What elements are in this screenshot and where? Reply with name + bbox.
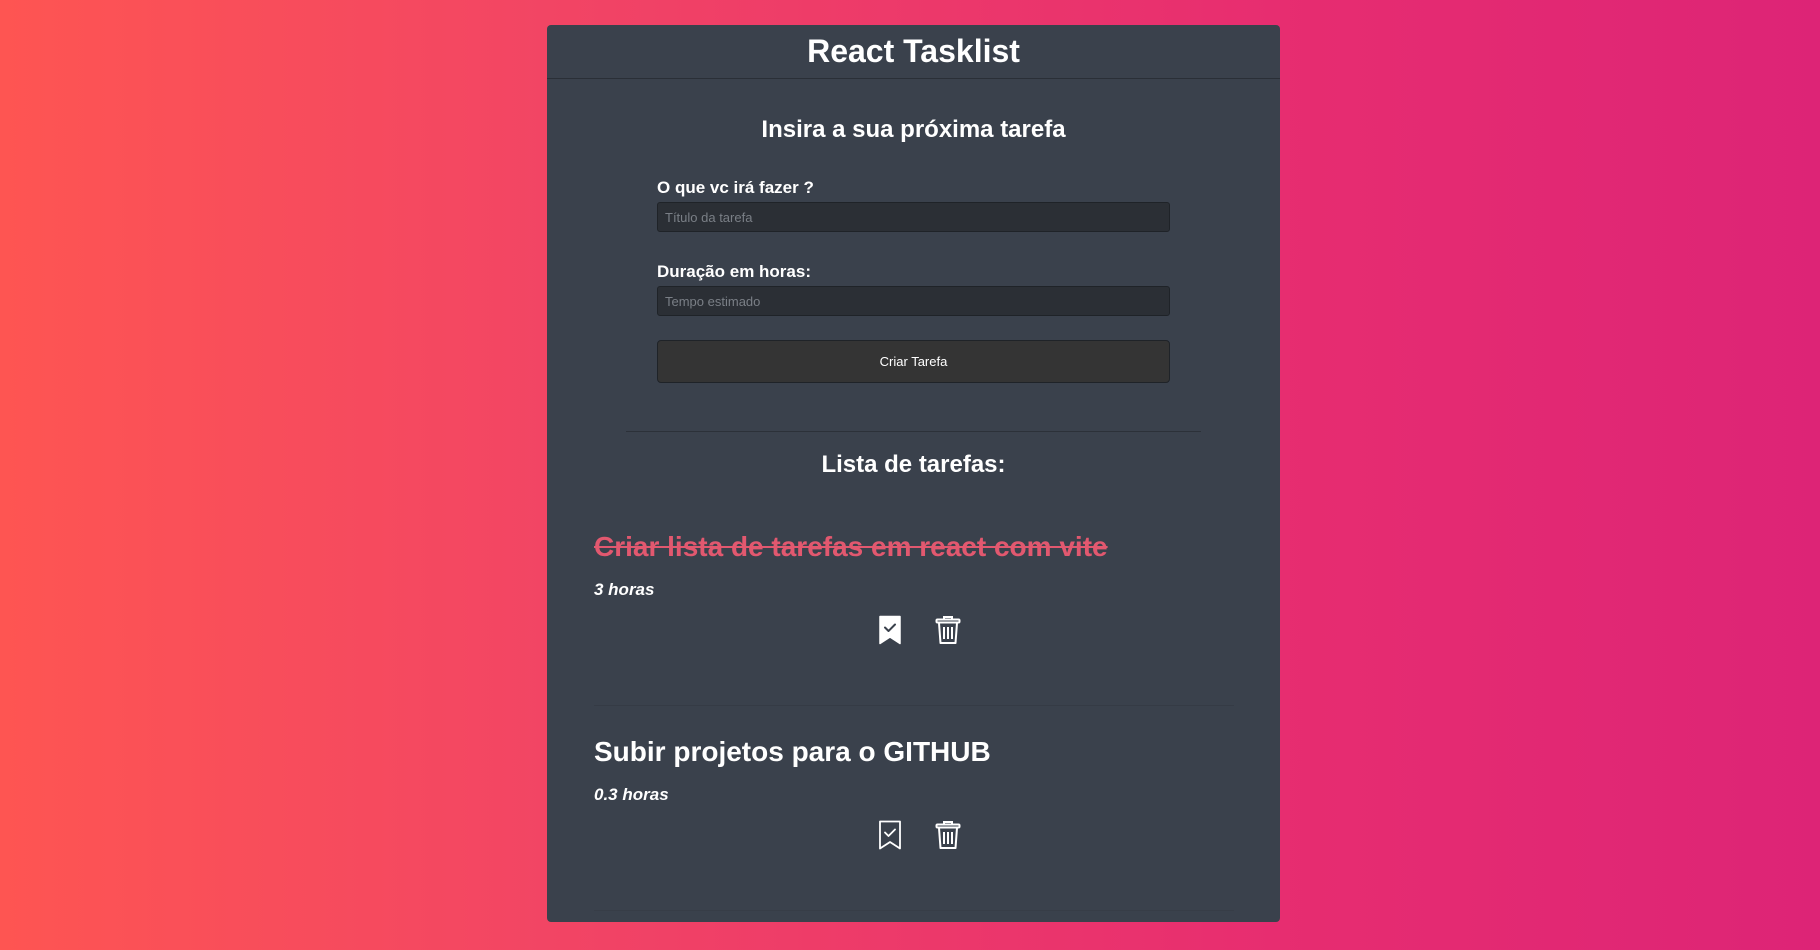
trash-icon[interactable] [935,819,961,851]
task-form: Insira a sua próxima tarefa O que vc irá… [657,110,1170,383]
duration-label: Duração em horas: [657,262,811,281]
task-item: Criar lista de tarefas em react com vite… [594,525,1234,706]
task-title: Criar lista de tarefas em react com vite [594,531,1108,562]
trash-icon[interactable] [935,614,961,646]
task-list-title: Lista de tarefas: [821,451,1006,478]
task-hours: 0.3 horas [594,785,669,804]
app-title: React Tasklist [807,33,1020,69]
app-container: React Tasklist Insira a sua próxima tare… [547,25,1280,922]
app-header: React Tasklist [547,25,1280,79]
form-title: Insira a sua próxima tarefa [761,116,1066,143]
duration-input[interactable] [657,286,1170,316]
task-title-label: O que vc irá fazer ? [657,178,814,197]
task-title-input[interactable] [657,202,1170,232]
task-actions [594,819,1234,851]
task-title: Subir projetos para o GITHUB [594,736,991,767]
bookmark-check-outline-icon[interactable] [877,819,903,851]
task-actions [594,614,1234,646]
task-hours: 3 horas [594,580,655,599]
section-divider [626,431,1201,432]
bookmark-check-filled-icon[interactable] [877,614,903,646]
create-task-button[interactable]: Criar Tarefa [657,340,1170,383]
task-item: Subir projetos para o GITHUB 0.3 horas [594,730,1234,911]
